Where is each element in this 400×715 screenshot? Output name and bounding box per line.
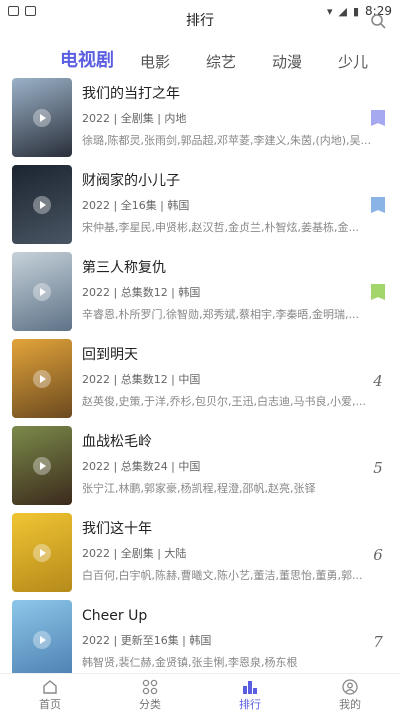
item-meta: 2022 | 全剧集 | 内地 bbox=[82, 112, 187, 125]
poster-thumbnail[interactable] bbox=[12, 426, 72, 505]
user-icon bbox=[342, 679, 358, 695]
list-item[interactable]: 财阀家的小儿子 2022 | 全16集 | 韩国宋仲基,李星民,申贤彬,赵汉哲,金… bbox=[0, 165, 400, 252]
play-icon bbox=[33, 456, 51, 475]
rank-number: 5 bbox=[373, 459, 383, 477]
home-icon bbox=[43, 680, 57, 694]
nav-profile-label: 我的 bbox=[339, 698, 361, 711]
poster-thumbnail[interactable] bbox=[12, 600, 72, 679]
item-meta: 2022 | 全16集 | 韩国 bbox=[82, 199, 190, 212]
rank-indicator bbox=[370, 197, 386, 213]
item-cast: 徐璐,陈都灵,张雨剑,郭品超,邓苹菱,李建义,朱茵,(内地),吴... bbox=[82, 134, 372, 147]
item-title: 我们这十年 bbox=[82, 521, 152, 537]
rank-badge-icon bbox=[371, 110, 385, 126]
nav-home-label: 首页 bbox=[39, 698, 61, 711]
play-icon bbox=[33, 282, 51, 301]
rank-indicator: 5 bbox=[370, 458, 386, 477]
rank-number: 6 bbox=[373, 546, 383, 564]
item-meta: 2022 | 全剧集 | 大陆 bbox=[82, 547, 187, 560]
play-icon bbox=[33, 369, 51, 388]
search-icon[interactable] bbox=[370, 13, 386, 29]
tab-variety[interactable]: 综艺 bbox=[188, 51, 254, 76]
rank-indicator bbox=[370, 284, 386, 300]
nav-category-label: 分类 bbox=[139, 698, 161, 711]
poster-thumbnail[interactable] bbox=[12, 252, 72, 331]
tab-kids[interactable]: 少儿 bbox=[320, 51, 386, 76]
item-meta: 2022 | 更新至16集 | 韩国 bbox=[82, 634, 212, 647]
ranking-icon bbox=[243, 681, 257, 694]
item-cast: 张宁江,林鹏,郭家豪,杨凯程,程澄,邵帆,赵亮,张铎 bbox=[82, 482, 316, 495]
nav-home[interactable]: 首页 bbox=[0, 674, 100, 715]
play-icon bbox=[33, 543, 51, 562]
item-info: 我们的当打之年 2022 | 全剧集 | 内地徐璐,陈都灵,张雨剑,郭品超,邓苹菱… bbox=[82, 78, 372, 165]
item-title: 我们的当打之年 bbox=[82, 86, 180, 102]
item-cast: 宋仲基,李星民,申贤彬,赵汉哲,金贞兰,朴智炫,姜基栋,金... bbox=[82, 221, 359, 234]
rank-indicator: 4 bbox=[370, 371, 386, 390]
item-cast: 辛睿恩,朴所罗门,徐智勋,郑秀斌,蔡相宇,李秦晤,金明瑞,... bbox=[82, 308, 359, 321]
rank-indicator: 7 bbox=[370, 632, 386, 651]
item-title: 第三人称复仇 bbox=[82, 260, 166, 276]
item-info: 血战松毛岭 2022 | 总集数24 | 中国张宁江,林鹏,郭家豪,杨凯程,程澄,… bbox=[82, 426, 372, 513]
list-item[interactable]: 回到明天 2022 | 总集数12 | 中国赵英俊,史策,于洋,乔杉,包贝尔,王迅… bbox=[0, 339, 400, 426]
item-title: 回到明天 bbox=[82, 347, 138, 363]
list-item[interactable]: 我们的当打之年 2022 | 全剧集 | 内地徐璐,陈都灵,张雨剑,郭品超,邓苹菱… bbox=[0, 78, 400, 165]
poster-thumbnail[interactable] bbox=[12, 513, 72, 592]
item-title: Cheer Up bbox=[82, 608, 148, 624]
nav-category[interactable]: 分类 bbox=[100, 674, 200, 715]
grid-icon bbox=[142, 679, 158, 695]
rank-number: 7 bbox=[373, 633, 383, 651]
ranking-list: 我们的当打之年 2022 | 全剧集 | 内地徐璐,陈都灵,张雨剑,郭品超,邓苹菱… bbox=[0, 78, 400, 687]
poster-thumbnail[interactable] bbox=[12, 339, 72, 418]
item-cast: 赵英俊,史策,于洋,乔杉,包贝尔,王迅,白志迪,马书良,小爱,... bbox=[82, 395, 366, 408]
tab-movies[interactable]: 电影 bbox=[122, 51, 188, 76]
list-item[interactable]: 第三人称复仇 2022 | 总集数12 | 韩国辛睿恩,朴所罗门,徐智勋,郑秀斌,… bbox=[0, 252, 400, 339]
list-item[interactable]: 我们这十年 2022 | 全剧集 | 大陆白百何,白宇帆,陈赫,曹曦文,陈小艺,董… bbox=[0, 513, 400, 600]
item-info: 回到明天 2022 | 总集数12 | 中国赵英俊,史策,于洋,乔杉,包贝尔,王迅… bbox=[82, 339, 372, 426]
rank-indicator: 6 bbox=[370, 545, 386, 564]
play-icon bbox=[33, 630, 51, 649]
category-tabs: 电视剧 电影 综艺 动漫 少儿 bbox=[0, 44, 400, 76]
item-meta: 2022 | 总集数12 | 中国 bbox=[82, 373, 201, 386]
poster-thumbnail[interactable] bbox=[12, 78, 72, 157]
poster-thumbnail[interactable] bbox=[12, 165, 72, 244]
tab-anime[interactable]: 动漫 bbox=[254, 51, 320, 76]
app-header: 排行 bbox=[0, 10, 400, 32]
item-cast: 韩智贤,裴仁赫,金贤镇,张圭悧,李恩泉,杨东根 bbox=[82, 656, 298, 669]
list-item[interactable]: 血战松毛岭 2022 | 总集数24 | 中国张宁江,林鹏,郭家豪,杨凯程,程澄,… bbox=[0, 426, 400, 513]
nav-profile[interactable]: 我的 bbox=[300, 674, 400, 715]
tab-tv-series[interactable]: 电视剧 bbox=[52, 46, 122, 76]
bottom-nav: 首页 分类 排行 我的 bbox=[0, 673, 400, 715]
item-info: 财阀家的小儿子 2022 | 全16集 | 韩国宋仲基,李星民,申贤彬,赵汉哲,金… bbox=[82, 165, 372, 252]
rank-badge-icon bbox=[371, 284, 385, 300]
play-icon bbox=[33, 108, 51, 127]
item-title: 财阀家的小儿子 bbox=[82, 173, 180, 189]
rank-number: 4 bbox=[373, 372, 383, 390]
page-title: 排行 bbox=[186, 13, 214, 29]
item-meta: 2022 | 总集数24 | 中国 bbox=[82, 460, 201, 473]
item-title: 血战松毛岭 bbox=[82, 434, 152, 450]
nav-ranking[interactable]: 排行 bbox=[200, 674, 300, 715]
rank-badge-icon bbox=[371, 197, 385, 213]
nav-ranking-label: 排行 bbox=[239, 698, 261, 711]
item-info: 我们这十年 2022 | 全剧集 | 大陆白百何,白宇帆,陈赫,曹曦文,陈小艺,董… bbox=[82, 513, 372, 600]
play-icon bbox=[33, 195, 51, 214]
item-meta: 2022 | 总集数12 | 韩国 bbox=[82, 286, 201, 299]
item-info: 第三人称复仇 2022 | 总集数12 | 韩国辛睿恩,朴所罗门,徐智勋,郑秀斌,… bbox=[82, 252, 372, 339]
item-cast: 白百何,白宇帆,陈赫,曹曦文,陈小艺,董洁,董思怡,董勇,郭... bbox=[82, 569, 363, 582]
rank-indicator bbox=[370, 110, 386, 126]
